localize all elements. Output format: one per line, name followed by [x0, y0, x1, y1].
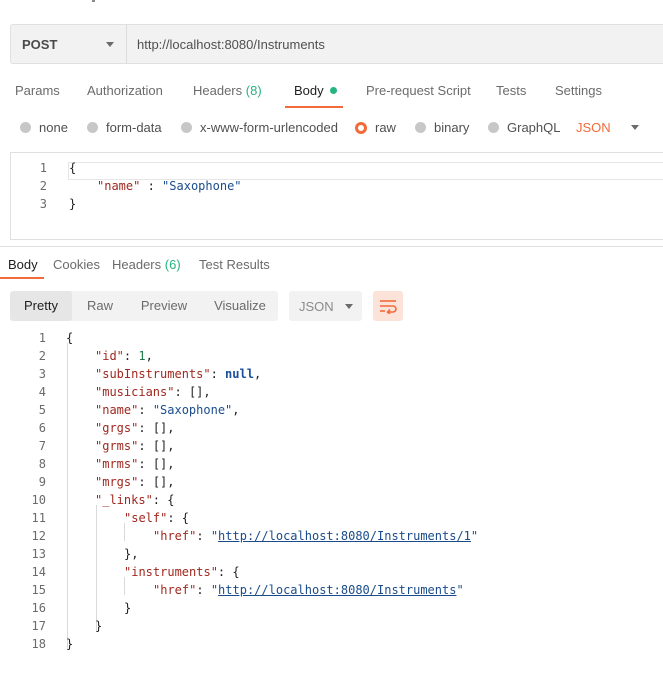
body-type-none[interactable]: none: [20, 120, 68, 135]
line-number: 12: [31, 529, 46, 543]
http-method-select[interactable]: POST: [10, 24, 126, 64]
body-type-binary[interactable]: binary: [415, 120, 469, 135]
line-number: 9: [38, 475, 46, 489]
line-number: 17: [31, 619, 46, 633]
response-tabs: Body Cookies Headers (6) Test Results: [0, 254, 663, 279]
code-line: "href": "http://localhost:8080/Instrumen…: [153, 529, 479, 543]
active-tab-indicator: [285, 106, 343, 108]
headers-count: (6): [164, 257, 181, 272]
code-line: "name" : "Saxophone": [97, 179, 242, 193]
code-line: {: [69, 161, 77, 175]
active-tab-indicator: [0, 277, 44, 279]
indent-guide: [67, 343, 68, 649]
body-type-raw[interactable]: raw: [355, 120, 396, 135]
view-raw-button[interactable]: Raw: [76, 291, 124, 321]
response-format-select[interactable]: JSON: [289, 291, 362, 321]
code-line: }: [95, 619, 103, 633]
tab-headers[interactable]: Headers (8): [193, 83, 262, 98]
body-format-select[interactable]: JSON: [576, 120, 639, 135]
body-type-form-data[interactable]: form-data: [87, 120, 162, 135]
code-line: {: [66, 331, 74, 345]
code-line: "name": "Saxophone",: [95, 403, 240, 417]
response-toolbar: Pretty Raw Preview Visualize JSON: [10, 291, 663, 321]
view-pretty-button[interactable]: Pretty: [10, 291, 72, 321]
pane-divider: [0, 246, 663, 247]
radio-checked-icon: [355, 121, 367, 134]
radio-icon: [181, 122, 192, 133]
response-view-toggle: Pretty Raw Preview Visualize: [10, 291, 278, 321]
tab-pre-request-script[interactable]: Pre-request Script: [366, 83, 471, 98]
wrap-lines-button[interactable]: [373, 291, 403, 321]
line-number: 11: [31, 511, 46, 525]
tab-body[interactable]: Body: [294, 83, 337, 98]
line-number: 5: [38, 403, 46, 417]
instruments-href-link[interactable]: http://localhost:8080/Instruments: [218, 583, 456, 597]
indent-guide: [96, 505, 97, 631]
code-line: }: [66, 637, 74, 651]
clipped-text-fragment: [92, 0, 95, 2]
radio-icon: [488, 122, 499, 133]
code-line: "subInstruments": null,: [95, 367, 262, 381]
tab-params[interactable]: Params: [15, 83, 60, 98]
tab-response-body[interactable]: Body: [8, 257, 38, 272]
request-body-editor[interactable]: 1 2 3 { "name" : "Saxophone" }: [10, 152, 663, 240]
line-number: 10: [31, 493, 46, 507]
window-top-edge: [0, 0, 663, 4]
code-line: "self": {: [124, 511, 190, 525]
body-type-options: none form-data x-www-form-urlencoded raw…: [0, 118, 663, 138]
line-number: 2: [38, 349, 46, 363]
code-line: },: [124, 547, 139, 561]
line-number: 1: [39, 161, 47, 175]
request-url-bar: POST http://localhost:8080/Instruments: [10, 24, 663, 64]
code-line: "href": "http://localhost:8080/Instrumen…: [153, 583, 464, 597]
code-line: "_links": {: [95, 493, 175, 507]
line-number: 8: [38, 457, 46, 471]
line-number: 4: [38, 385, 46, 399]
tab-authorization[interactable]: Authorization: [87, 83, 163, 98]
chevron-down-icon: [630, 125, 639, 130]
line-number: 2: [39, 179, 47, 193]
radio-icon: [87, 122, 98, 133]
tab-settings[interactable]: Settings: [555, 83, 602, 98]
code-line: "musicians": [],: [95, 385, 211, 399]
tab-response-headers[interactable]: Headers (6): [112, 257, 181, 272]
tab-response-cookies[interactable]: Cookies: [53, 257, 100, 272]
code-line: }: [69, 197, 77, 211]
line-number: 15: [31, 583, 46, 597]
view-preview-button[interactable]: Preview: [132, 291, 196, 321]
tab-test-results[interactable]: Test Results: [199, 257, 270, 272]
wrap-lines-icon: [380, 300, 397, 314]
radio-icon: [415, 122, 426, 133]
code-line: "id": 1,: [95, 349, 153, 363]
chevron-down-icon: [106, 42, 114, 47]
code-line: "mrgs": [],: [95, 475, 175, 489]
line-number: 16: [31, 601, 46, 615]
chevron-down-icon: [345, 304, 353, 309]
tab-tests[interactable]: Tests: [496, 83, 526, 98]
code-line: "grms": [],: [95, 439, 175, 453]
line-number: 1: [38, 331, 46, 345]
view-visualize-button[interactable]: Visualize: [206, 291, 274, 321]
http-method-label: POST: [22, 36, 58, 52]
line-number: 3: [38, 367, 46, 381]
line-number: 14: [31, 565, 46, 579]
body-type-graphql[interactable]: GraphQL: [488, 120, 560, 135]
request-url-input[interactable]: http://localhost:8080/Instruments: [126, 24, 663, 64]
code-line: "instruments": {: [124, 565, 240, 579]
self-href-link[interactable]: http://localhost:8080/Instruments/1: [218, 529, 471, 543]
line-number: 3: [39, 197, 47, 211]
body-modified-indicator: [329, 87, 337, 94]
headers-count: (8): [245, 83, 262, 98]
radio-icon: [20, 122, 31, 133]
code-line: }: [124, 601, 132, 615]
line-number: 18: [31, 637, 46, 651]
line-number: 6: [38, 421, 46, 435]
body-type-urlencoded[interactable]: x-www-form-urlencoded: [181, 120, 338, 135]
response-body-viewer[interactable]: 1 2 3 4 5 6 7 8 9 10 11 12 13 14 15 16 1…: [0, 329, 663, 659]
line-number: 7: [38, 439, 46, 453]
code-line: "mrms": [],: [95, 457, 175, 471]
request-tabs: Params Authorization Headers (8) Body Pr…: [0, 80, 663, 108]
code-line: "grgs": [],: [95, 421, 175, 435]
line-number: 13: [31, 547, 46, 561]
